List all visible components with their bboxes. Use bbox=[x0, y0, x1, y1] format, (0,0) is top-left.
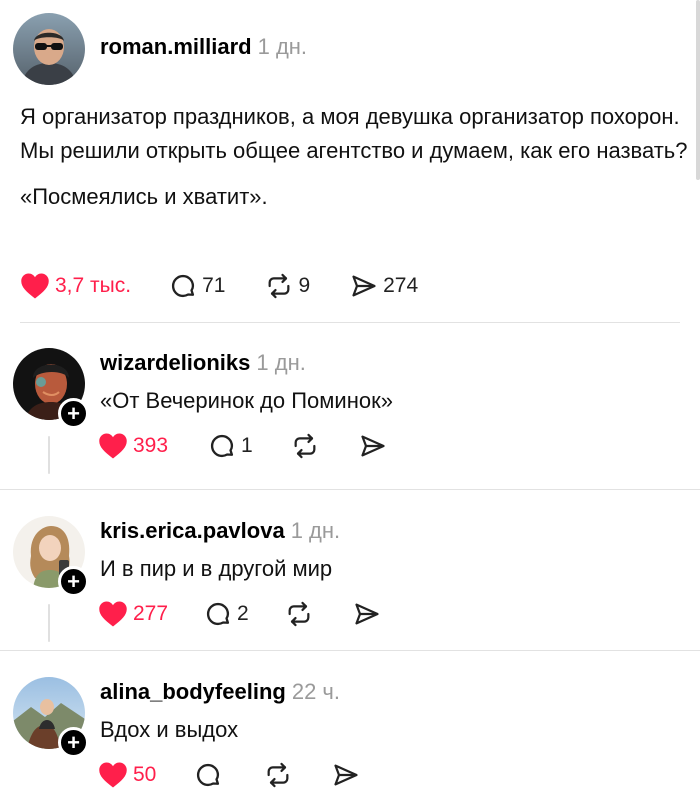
avatar[interactable] bbox=[13, 13, 85, 85]
reply-actions: 277 2 bbox=[98, 600, 381, 628]
like-button[interactable]: 393 bbox=[98, 432, 168, 460]
share-button[interactable]: 274 bbox=[350, 272, 418, 300]
comment-button[interactable]: 2 bbox=[204, 600, 249, 628]
username[interactable]: wizardelioniks bbox=[100, 350, 250, 375]
repost-icon bbox=[265, 272, 293, 300]
thread-line bbox=[48, 604, 50, 642]
username[interactable]: roman.milliard bbox=[100, 34, 252, 59]
comment-button[interactable]: 71 bbox=[169, 272, 225, 300]
post-paragraph: «Посмеялись и хватит». bbox=[20, 184, 268, 209]
like-button[interactable]: 277 bbox=[98, 600, 168, 628]
comment-button[interactable]: 1 bbox=[208, 432, 253, 460]
share-button[interactable] bbox=[332, 761, 360, 789]
like-count: 3,7 тыс. bbox=[55, 274, 132, 297]
plus-icon: + bbox=[67, 400, 80, 426]
comment-bubble-icon bbox=[169, 272, 197, 300]
main-post: roman.milliard 1 дн. Я организатор праздн… bbox=[0, 0, 700, 322]
comment-bubble-icon bbox=[204, 600, 232, 628]
send-icon bbox=[332, 761, 360, 789]
repost-button[interactable] bbox=[264, 761, 292, 789]
like-count: 393 bbox=[133, 434, 169, 457]
comment-bubble-icon bbox=[194, 761, 222, 789]
reply: + wizardelioniks 1 дн. «От Вечеринок до П… bbox=[0, 348, 700, 488]
reply-text: Вдох и выдох bbox=[100, 717, 239, 742]
reply-text: «От Вечеринок до Поминок» bbox=[100, 388, 393, 413]
reply: + alina_bodyfeeling 22 ч. Вдох и выдох 50 bbox=[0, 677, 700, 807]
timestamp: 22 ч. bbox=[291, 679, 340, 704]
reply: + kris.erica.pavlova 1 дн. И в пир и в др… bbox=[0, 516, 700, 650]
post-text: Я организатор праздников, а моя девушка … bbox=[20, 100, 690, 226]
repost-icon bbox=[291, 432, 319, 460]
repost-icon bbox=[264, 761, 292, 789]
like-count: 277 bbox=[133, 602, 169, 625]
share-button[interactable] bbox=[359, 432, 387, 460]
like-count: 50 bbox=[133, 763, 157, 786]
plus-icon: + bbox=[67, 568, 80, 594]
repost-icon bbox=[285, 600, 313, 628]
plus-icon: + bbox=[67, 729, 80, 755]
reply-actions: 393 1 bbox=[98, 432, 387, 460]
comment-bubble-icon bbox=[208, 432, 236, 460]
heart-icon bbox=[98, 600, 128, 628]
repost-button[interactable] bbox=[291, 432, 319, 460]
repost-button[interactable] bbox=[285, 600, 313, 628]
timestamp: 1 дн. bbox=[257, 34, 308, 59]
heart-icon bbox=[20, 272, 50, 300]
timestamp: 1 дн. bbox=[290, 518, 341, 543]
comment-count: 71 bbox=[202, 274, 226, 297]
post-paragraph: Я организатор праздников, а моя девушка … bbox=[20, 104, 688, 163]
author-line: kris.erica.pavlova 1 дн. bbox=[100, 518, 340, 544]
follow-button[interactable]: + bbox=[58, 566, 89, 597]
reply-text: И в пир и в другой мир bbox=[100, 556, 333, 581]
divider bbox=[0, 489, 700, 490]
comment-count: 2 bbox=[237, 602, 249, 625]
divider bbox=[20, 322, 680, 323]
heart-icon bbox=[98, 432, 128, 460]
follow-button[interactable]: + bbox=[58, 727, 89, 758]
like-button[interactable]: 50 bbox=[98, 761, 156, 789]
username[interactable]: alina_bodyfeeling bbox=[100, 679, 286, 704]
share-button[interactable] bbox=[353, 600, 381, 628]
heart-icon bbox=[98, 761, 128, 789]
comment-button[interactable] bbox=[194, 761, 222, 789]
send-icon bbox=[359, 432, 387, 460]
send-icon bbox=[353, 600, 381, 628]
repost-count: 9 bbox=[298, 274, 311, 297]
share-count: 274 bbox=[383, 274, 419, 297]
follow-button[interactable]: + bbox=[58, 398, 89, 429]
post-actions: 3,7 тыс. 71 9 274 bbox=[20, 272, 418, 300]
username[interactable]: kris.erica.pavlova bbox=[100, 518, 285, 543]
repost-button[interactable]: 9 bbox=[265, 272, 310, 300]
comment-count: 1 bbox=[241, 434, 253, 457]
send-icon bbox=[350, 272, 378, 300]
author-line: wizardelioniks 1 дн. bbox=[100, 350, 306, 376]
author-line: alina_bodyfeeling 22 ч. bbox=[100, 679, 340, 705]
timestamp: 1 дн. bbox=[256, 350, 306, 375]
divider bbox=[0, 650, 700, 651]
reply-actions: 50 bbox=[98, 761, 360, 789]
like-button[interactable]: 3,7 тыс. bbox=[20, 272, 131, 300]
author-line: roman.milliard 1 дн. bbox=[100, 34, 307, 60]
thread-line bbox=[48, 436, 50, 474]
